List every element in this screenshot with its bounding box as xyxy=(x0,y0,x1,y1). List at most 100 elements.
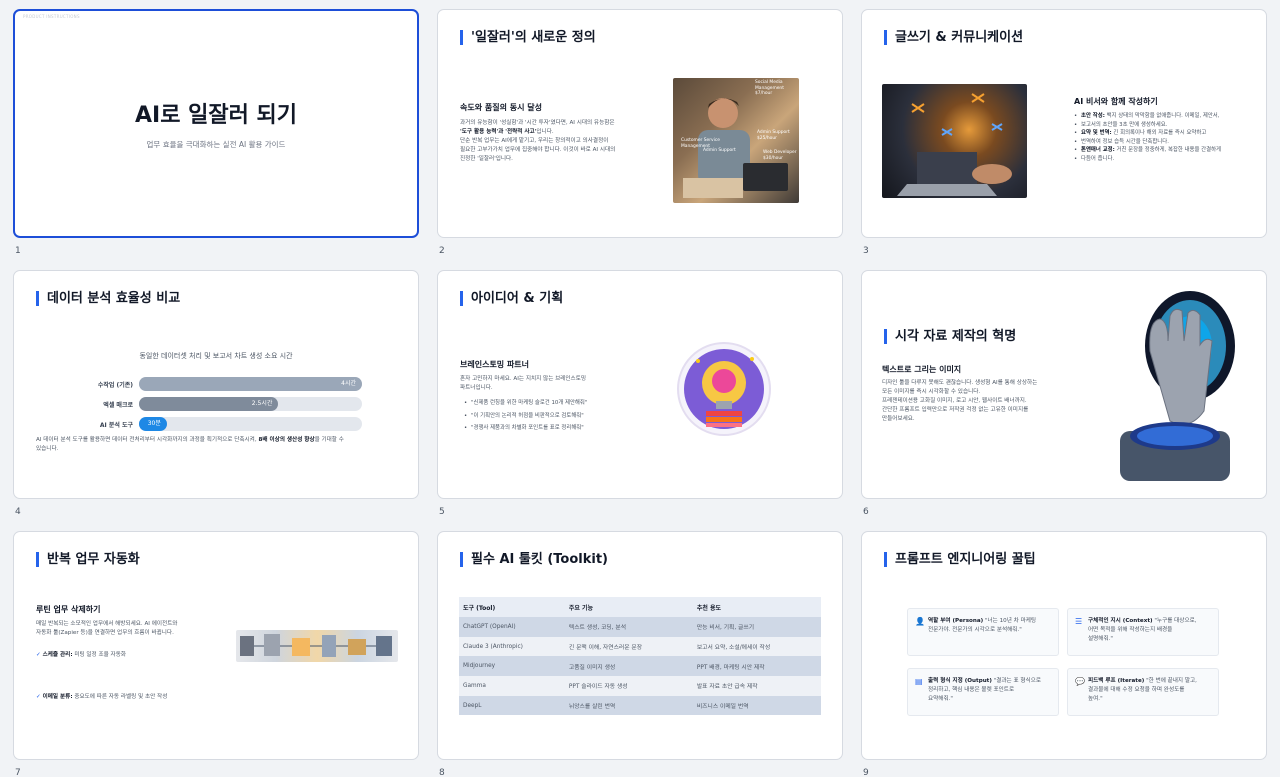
table-header-cell: 도구 (Tool) xyxy=(459,597,565,617)
table-row: DeepL 뉘앙스를 살린 번역 비즈니스 이메일 번역 xyxy=(459,695,821,716)
slide-heading: 브레인스토밍 파트너 xyxy=(460,360,530,369)
bullet-text: 다듬어 줍니다. xyxy=(1081,155,1115,162)
bar: 4시간 xyxy=(139,377,362,391)
slide-number: 3 xyxy=(863,246,869,256)
slide-thumbnail-1[interactable]: PRODUCT INSTRUCTIONS AI로 일잘러 되기 업무 효율을 극… xyxy=(13,9,419,238)
chart-title: 동일한 데이터셋 처리 및 보고서 차트 생성 소요 시간 xyxy=(139,352,293,360)
table-cell: Claude 3 (Anthropic) xyxy=(459,636,565,657)
table-row: ChatGPT (OpenAI) 텍스트 생성, 코딩, 분석 만능 비서, 기… xyxy=(459,617,821,637)
slide-body: 혼자 고민하지 마세요. AI는 지치지 않는 브레인스토밍 파트너입니다. xyxy=(460,375,640,393)
check-icon: ✓ xyxy=(36,694,43,700)
bar-category-label: 엑셀 매크로 xyxy=(103,402,133,409)
overlay-label: Social Media Management xyxy=(755,80,784,91)
check-emphasis: 스케줄 관리: xyxy=(42,652,73,658)
slide-thumbnail-5[interactable]: 아이디어 & 기획 브레인스토밍 파트너 혼자 고민하지 마세요. AI는 지치… xyxy=(437,270,843,499)
slide-number: 9 xyxy=(863,768,869,777)
slide-thumbnail-3[interactable]: 글쓰기 & 커뮤니케이션 AI 비서와 함께 작성하기 초안 작성: 백지 상태… xyxy=(861,9,1267,238)
table-row: Midjourney 고품질 이미지 생성 PPT 배경, 마케팅 시안 제작 xyxy=(459,656,821,677)
table-cell: 만능 비서, 기획, 글쓰기 xyxy=(692,617,821,637)
slide-brand-text: PRODUCT INSTRUCTIONS xyxy=(23,14,80,19)
slide-title: 데이터 분석 효율성 비교 xyxy=(36,291,180,306)
slide-thumbnail-6[interactable]: 시각 자료 제작의 혁명 텍스트로 그리는 이미지 디자인 툴을 다루지 못해도… xyxy=(861,270,1267,499)
freelancer-photo: Social Media Management $7/hour Customer … xyxy=(673,78,799,203)
body-line: 파트너입니다. xyxy=(460,385,493,391)
slide-title: 프롬프트 엔지니어링 꿀팁 xyxy=(884,552,1036,567)
bullet-text: 보고서의 초안을 3초 만에 생성하세요. xyxy=(1081,121,1168,128)
slide-number: 5 xyxy=(439,507,445,517)
bullet-text: 거친 문장을 정중하게, 복잡한 내용을 간결하게 xyxy=(1114,147,1222,153)
slide-heading: 텍스트로 그리는 이미지 xyxy=(882,365,962,374)
table-cell: 긴 문맥 이해, 자연스러운 문장 xyxy=(564,636,693,657)
table-cell: Midjourney xyxy=(459,656,565,677)
checklist-item: ✓ 이메일 분류: 중요도에 따른 자동 라벨링 및 초안 작성 xyxy=(36,693,236,702)
bullet-emphasis: 톤앤매너 교정: xyxy=(1081,147,1115,153)
slide-thumbnail-7[interactable]: 반복 업무 자동화 루틴 업무 삭제하기 매일 반복되는 소모적인 업무에서 해… xyxy=(13,531,419,760)
slide-subtitle: 업무 효율을 극대화하는 실전 AI 활용 가이드 xyxy=(146,140,286,149)
table-cell: 텍스트 생성, 코딩, 분석 xyxy=(564,617,693,637)
tip-body: "너는 10년 차 마케팅 xyxy=(983,618,1037,624)
slide-thumbnail-8[interactable]: 필수 AI 툴킷 (Toolkit) 도구 (Tool) 주요 기능 추천 용도… xyxy=(437,531,843,760)
tip-card-iterate: 💬 피드백 루프 (Iterate) "한 번에 끝내지 말고, 결과물에 대해 … xyxy=(1067,668,1219,716)
slide-number: 1 xyxy=(15,246,21,256)
table-row: Gamma PPT 슬라이드 자동 생성 발표 자료 초안 급속 제작 xyxy=(459,676,821,696)
workflow-illustration xyxy=(240,634,392,657)
slide-title: 시각 자료 제작의 혁명 xyxy=(884,329,1016,344)
slide-number: 7 xyxy=(15,768,21,777)
tip-card-persona: 👤 역할 부여 (Persona) "너는 10년 차 마케팅 전문가야. 전문가… xyxy=(907,608,1059,656)
tip-body: "누구를 대상으로, xyxy=(1152,618,1197,624)
slide-heading: 속도와 품질의 동시 달성 xyxy=(460,103,542,112)
slide-title: 글쓰기 & 커뮤니케이션 xyxy=(884,30,1023,45)
bar-value-label: 4시간 xyxy=(341,380,356,387)
check-emphasis: 이메일 분류: xyxy=(42,694,73,700)
overlay-text: Admin Support xyxy=(703,148,736,153)
automation-workflow-image xyxy=(236,630,398,662)
slide-number: 6 xyxy=(863,507,869,517)
list-icon: ☰ xyxy=(1075,617,1083,626)
slide-thumbnail-4[interactable]: 데이터 분석 효율성 비교 동일한 데이터셋 처리 및 보고서 차트 생성 소요… xyxy=(13,270,419,499)
bar-value-label: 2.5시간 xyxy=(251,400,273,407)
tip-body: 결과물에 대해 수정 요청을 하며 완성도를 xyxy=(1088,687,1185,693)
slide-number: 4 xyxy=(15,507,21,517)
overlay-price: $7/hour xyxy=(755,91,773,96)
body-line: 매일 반복되는 소모적인 업무에서 해방되세요. AI 에이전트와 xyxy=(36,621,178,627)
tip-card-output: ▤ 출력 형식 지정 (Output) "결과는 표 형식으로 정리하고, 핵심 … xyxy=(907,668,1059,716)
document-icon: ▤ xyxy=(915,677,923,686)
tip-body: "결과는 표 형식으로 xyxy=(991,678,1041,684)
bar-track: 4시간 xyxy=(139,377,362,391)
slide-title: 필수 AI 툴킷 (Toolkit) xyxy=(460,552,608,567)
table-cell: 발표 자료 초안 급속 제작 xyxy=(692,676,821,696)
table-cell: 보고서 요약, 소설/에세이 작성 xyxy=(692,636,821,657)
body-line: 모든 이미지를 즉시 시각화할 수 있습니다. xyxy=(882,389,981,395)
bullet-continuation: 다듬어 줍니다. xyxy=(1074,155,1259,164)
slide-number: 8 xyxy=(439,768,445,777)
tip-title: 출력 형식 지정 (Output) xyxy=(928,678,992,684)
slide-thumbnail-2[interactable]: '일잘러'의 새로운 정의 속도와 품질의 동시 달성 과거의 유능함이 '성실… xyxy=(437,9,843,238)
laptop-photo xyxy=(882,84,1027,198)
bullet-item: "이 기획안의 논리적 허점을 비판적으로 검토해줘" xyxy=(464,412,644,421)
body-emphasis: '도구 활용 능력'과 '전략적 사고' xyxy=(460,129,537,135)
bullet-item: 톤앤매너 교정: 거친 문장을 정중하게, 복잡한 내용을 간결하게 xyxy=(1074,146,1259,155)
table-cell: PPT 슬라이드 자동 생성 xyxy=(564,676,693,696)
tip-text: 피드백 루프 (Iterate) "한 번에 끝내지 말고, 결과물에 대해 수정… xyxy=(1088,677,1214,704)
body-line: 혼자 고민하지 마세요. AI는 지치지 않는 브레인스토밍 xyxy=(460,376,586,382)
slide-number: 2 xyxy=(439,246,445,256)
tip-body: 설명해줘." xyxy=(1088,636,1113,642)
slide-heading: AI 비서와 함께 작성하기 xyxy=(1074,97,1158,106)
table-row: Claude 3 (Anthropic) 긴 문맥 이해, 자연스러운 문장 보… xyxy=(459,636,821,657)
bullet-emphasis: 요약 및 번역: xyxy=(1081,130,1112,136)
footer-text: 을 기대할 수 xyxy=(314,437,344,443)
tip-body: 요약해줘." xyxy=(928,696,953,702)
body-line: '도구 활용 능력'과 '전략적 사고'입니다. xyxy=(460,128,665,137)
bullet-text: 긴 회의록이나 해외 자료를 즉시 요약하고 xyxy=(1111,130,1207,136)
body-line: 과거의 유능함이 '성실함'과 '시간 투자'였다면, AI 시대의 유능함은 xyxy=(460,120,615,126)
bar-track: 30분 xyxy=(139,417,362,431)
bullet-text: 번역하여 정보 습득 시간을 단축합니다. xyxy=(1081,138,1169,145)
bullet-text: 백지 상태의 막막함을 없애줍니다. 이메일, 제안서, xyxy=(1104,113,1220,119)
slide-thumbnail-9[interactable]: 프롬프트 엔지니어링 꿀팁 👤 역할 부여 (Persona) "너는 10년 … xyxy=(861,531,1267,760)
bar: 30분 xyxy=(139,417,167,431)
bullet-continuation: 번역하여 정보 습득 시간을 단축합니다. xyxy=(1074,138,1259,147)
laptop-illustration xyxy=(897,93,1012,196)
bullet-item: "경쟁사 제품과의 차별화 포인트를 표로 정리해줘" xyxy=(464,424,644,433)
body-line: 프레젠테이션용 고화질 이미지, 로고 시안, 웹사이트 배너까지. xyxy=(882,398,1027,404)
bullet-item: 초안 작성: 백지 상태의 막막함을 없애줍니다. 이메일, 제안서, xyxy=(1074,112,1259,121)
